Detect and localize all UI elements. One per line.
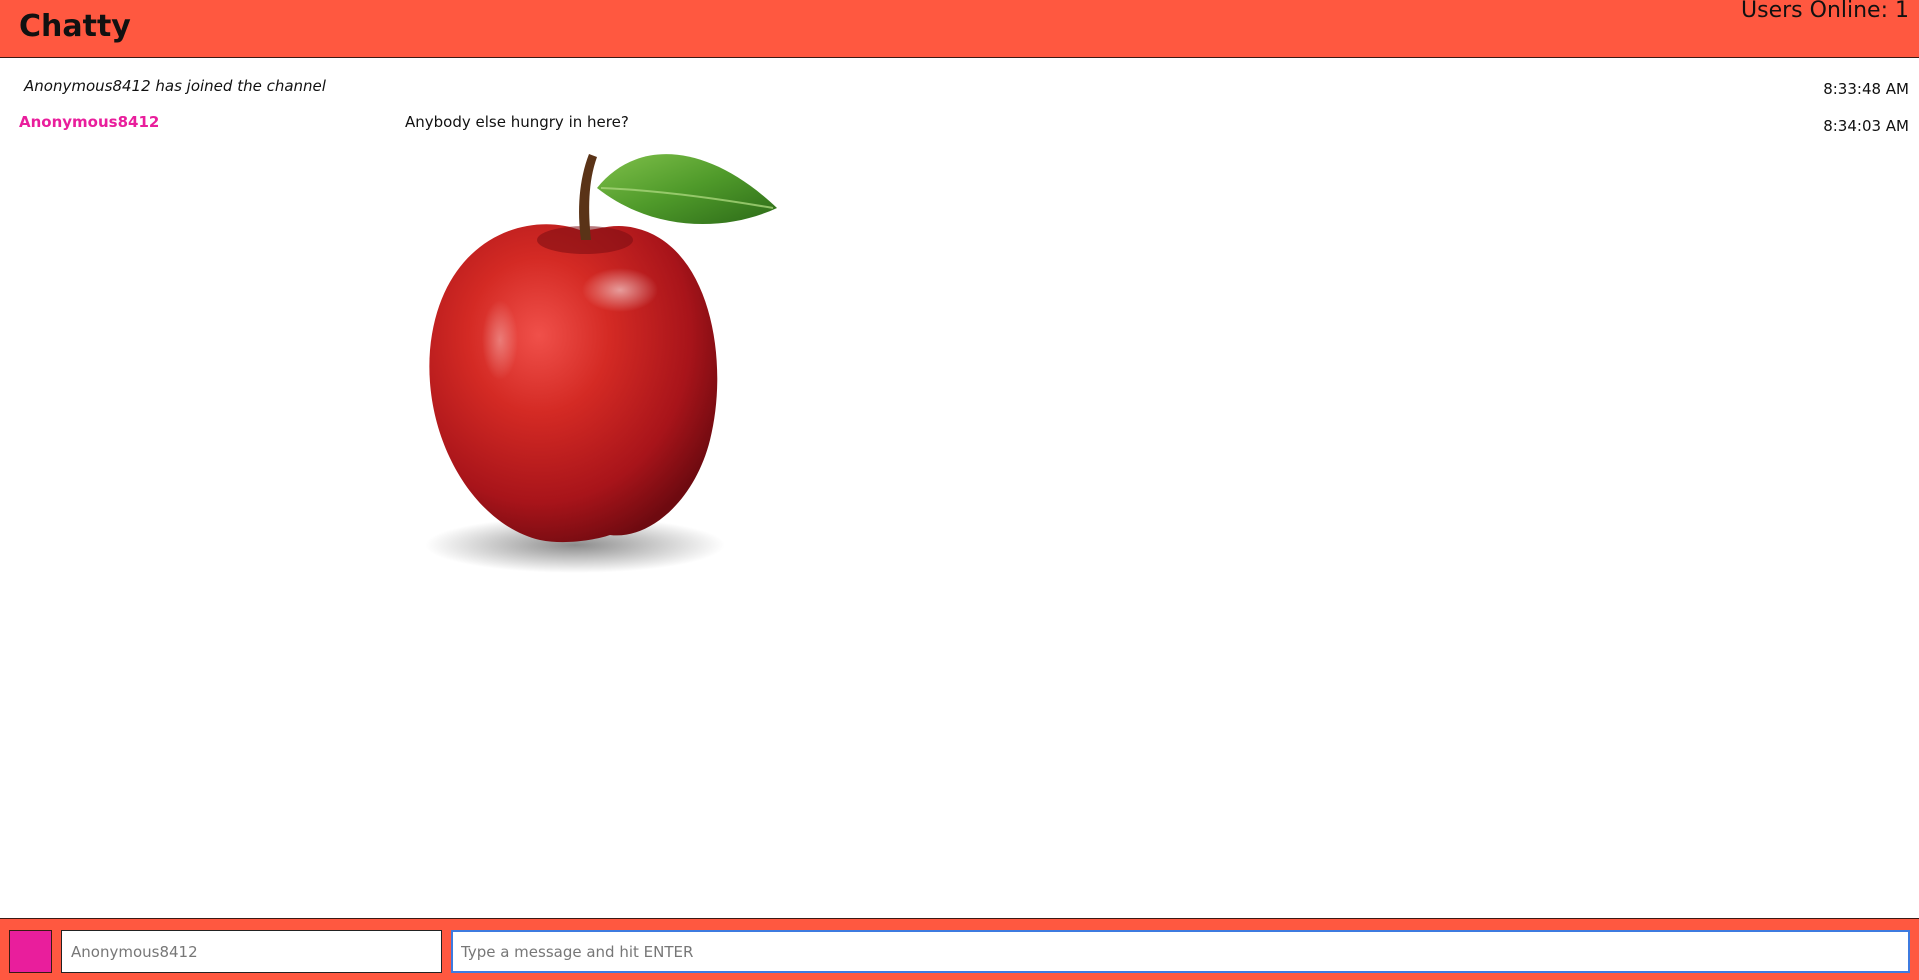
user-color-swatch[interactable] bbox=[9, 930, 52, 973]
system-message: Anonymous8412 has joined the channel 8:3… bbox=[0, 74, 1919, 100]
system-message-text: Anonymous8412 has joined the channel bbox=[24, 77, 326, 95]
message-timestamp: 8:33:48 AM bbox=[1823, 80, 1909, 98]
message-username: Anonymous8412 bbox=[19, 113, 160, 131]
composer-bar bbox=[0, 918, 1919, 980]
chat-message: Anonymous8412 Anybody else hungry in her… bbox=[0, 110, 1919, 590]
message-input[interactable] bbox=[451, 930, 1910, 973]
username-input[interactable] bbox=[61, 930, 442, 973]
header-bar: Chatty Users Online: 1 bbox=[0, 0, 1919, 58]
app-title: Chatty bbox=[19, 9, 131, 44]
message-list: Anonymous8412 has joined the channel 8:3… bbox=[0, 59, 1919, 919]
users-online-count: Users Online: 1 bbox=[1741, 0, 1909, 23]
message-text: Anybody else hungry in here? bbox=[405, 113, 629, 131]
apple-image bbox=[405, 140, 805, 580]
message-timestamp: 8:34:03 AM bbox=[1823, 117, 1909, 135]
